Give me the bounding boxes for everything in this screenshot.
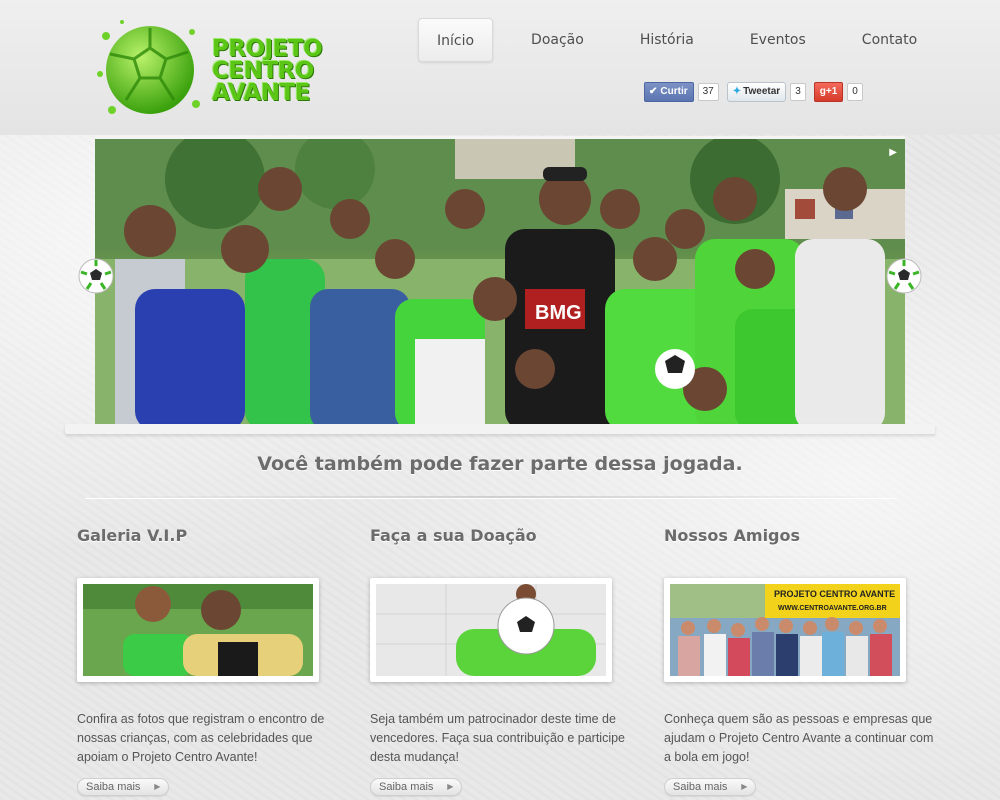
- saiba-mais-label: Saiba mais: [673, 781, 728, 793]
- facebook-like-label: Curtir: [660, 86, 688, 97]
- saiba-mais-button[interactable]: Saiba mais ▶: [77, 778, 170, 796]
- team-photo-illustration: BMG: [95, 139, 905, 428]
- arrow-right-icon: ▶: [447, 782, 454, 791]
- google-plus-count: 0: [847, 83, 863, 101]
- brand-line-2: CENTRO: [212, 58, 314, 84]
- saiba-mais-button[interactable]: Saiba mais ▶: [370, 778, 463, 796]
- tweet-count: 3: [790, 83, 806, 101]
- banner-title-text: PROJETO CENTRO AVANTE: [774, 589, 895, 599]
- hero-tagline: Você também pode fazer parte dessa jogad…: [257, 453, 743, 475]
- amigos-photo: PROJETO CENTRO AVANTE WWW.CENTROAVANTE.O…: [670, 584, 900, 676]
- thumbs-up-icon: ✔: [649, 86, 658, 97]
- site-header: PROJETO CENTRO AVANTE Início Doação Hist…: [0, 0, 1000, 135]
- galeria-photo: [83, 584, 313, 676]
- twitter-bird-icon: ✦: [732, 86, 742, 97]
- site-logo[interactable]: PROJETO CENTRO AVANTE: [92, 14, 337, 126]
- galeria-thumbnail[interactable]: [77, 578, 319, 682]
- soccer-ball-icon: [886, 258, 922, 294]
- shirt-sponsor-text: BMG: [535, 302, 582, 324]
- column-nossos-amigos: Nossos Amigos PROJETO CENTRO AVANTE WWW.…: [664, 526, 933, 796]
- google-plus-button[interactable]: g+1: [813, 82, 844, 102]
- column-title: Faça a sua Doação: [370, 526, 537, 545]
- hero-slider: BMG ▶: [0, 128, 1000, 436]
- column-description: Conheça quem são as pessoas e empresas q…: [664, 712, 934, 764]
- google-plus-label: +1: [825, 86, 838, 97]
- column-doacao: Faça a sua Doação Seja também um patroci…: [370, 526, 630, 796]
- column-description: Confira as fotos que registram o encontr…: [77, 712, 325, 764]
- doacao-thumbnail[interactable]: [370, 578, 612, 682]
- slider-next-arrow-icon[interactable]: ▶: [889, 147, 897, 158]
- facebook-like-count: 37: [697, 83, 719, 101]
- nav-item-doacao[interactable]: Doação: [513, 18, 602, 62]
- nav-item-eventos[interactable]: Eventos: [732, 18, 824, 62]
- facebook-like-button[interactable]: ✔ Curtir: [644, 82, 694, 102]
- soccer-ball-logo-icon: [97, 20, 200, 114]
- arrow-right-icon: ▶: [154, 782, 161, 791]
- brand-line-1: PROJETO: [212, 36, 323, 62]
- brand-line-3: AVANTE: [212, 80, 310, 106]
- social-share-bar: ✔ Curtir 37 ✦ Tweetar 3 g+1 0: [644, 82, 867, 102]
- nav-item-contato[interactable]: Contato: [844, 18, 935, 62]
- saiba-mais-button[interactable]: Saiba mais ▶: [664, 778, 757, 796]
- hero-paper-edge: [65, 424, 935, 434]
- column-description: Seja também um patrocinador deste time d…: [370, 712, 626, 764]
- nav-item-historia[interactable]: História: [622, 18, 712, 62]
- main-nav: Início Doação História Eventos Contato: [418, 18, 935, 62]
- brand-name: PROJETO CENTRO AVANTE: [212, 36, 323, 106]
- banner-url-text: WWW.CENTROAVANTE.ORG.BR: [778, 605, 887, 612]
- saiba-mais-label: Saiba mais: [379, 781, 434, 793]
- section-divider: [85, 496, 895, 498]
- hero-team-photo: BMG ▶: [95, 136, 905, 428]
- column-galeria-vip: Galeria V.I.P Confira as fotos que regis…: [77, 526, 337, 796]
- soccer-ball-icon: [78, 258, 114, 294]
- saiba-mais-label: Saiba mais: [86, 781, 141, 793]
- column-title: Galeria V.I.P: [77, 526, 188, 545]
- amigos-thumbnail[interactable]: PROJETO CENTRO AVANTE WWW.CENTROAVANTE.O…: [664, 578, 906, 682]
- arrow-right-icon: ▶: [741, 782, 748, 791]
- tweet-label: Tweetar: [743, 86, 781, 97]
- column-title: Nossos Amigos: [664, 526, 801, 545]
- tweet-button[interactable]: ✦ Tweetar: [726, 82, 787, 102]
- doacao-photo: [376, 584, 606, 676]
- nav-item-inicio[interactable]: Início: [418, 18, 494, 62]
